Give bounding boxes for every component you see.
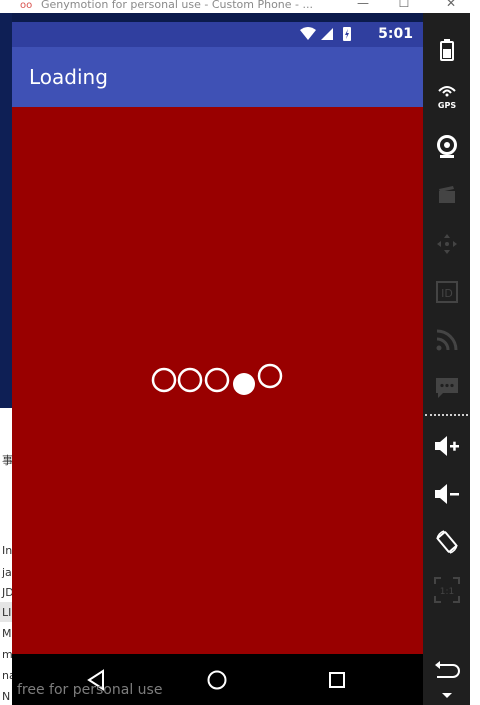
window-title: Genymotion for personal use - Custom Pho… (41, 0, 314, 11)
genymotion-logo-icon: oo (20, 0, 33, 11)
loading-indicator (151, 363, 283, 395)
minimize-button[interactable]: — (353, 0, 373, 11)
network-icon[interactable] (430, 323, 464, 357)
desktop-file-list: 事 In ja JD LI M m na N (0, 408, 16, 705)
id-label: ID (441, 287, 453, 300)
window-titlebar: oo Genymotion for personal use - Custom … (0, 0, 480, 13)
camera-icon[interactable] (430, 130, 464, 164)
app-toolbar: Loading (12, 47, 423, 107)
desktop-list-item[interactable]: In (2, 544, 12, 557)
desktop-list-item[interactable]: LI (2, 606, 11, 619)
close-button[interactable]: ✕ (441, 0, 461, 11)
loading-content-area (12, 107, 423, 654)
recents-icon[interactable] (323, 666, 351, 694)
gps-icon[interactable]: GPS (430, 81, 464, 115)
desktop-right-edge (470, 13, 480, 705)
sms-icon[interactable] (430, 371, 464, 405)
volume-up-icon[interactable] (430, 429, 464, 463)
menu-icon[interactable] (430, 683, 464, 705)
status-clock: 5:01 (378, 26, 413, 42)
status-icons (299, 26, 361, 46)
gps-label: GPS (437, 101, 457, 110)
loader-dot (177, 367, 203, 393)
rotate-icon[interactable] (430, 525, 464, 559)
loader-dot (257, 363, 283, 389)
loader-dot (233, 373, 255, 395)
sidebar-divider (425, 414, 468, 416)
watermark-text: free for personal use (17, 682, 163, 698)
status-bar: 5:01 (12, 22, 423, 47)
desktop-list-item[interactable]: N (2, 690, 10, 703)
pixel-perfect-icon[interactable]: 1:1 (430, 573, 464, 607)
wifi-signal-battery-icon (300, 27, 351, 41)
home-icon[interactable] (203, 666, 231, 694)
desktop-list-item[interactable]: M (2, 627, 12, 640)
identifiers-icon[interactable]: ID (430, 275, 464, 309)
loader-dot (204, 367, 230, 393)
loader-dot (151, 367, 177, 393)
pixel-perfect-label: 1:1 (440, 587, 454, 597)
back-arrow-icon[interactable] (430, 653, 464, 687)
phone-screen: 5:01 Loading (12, 22, 423, 705)
remote-control-icon[interactable] (430, 227, 464, 261)
app-title: Loading (29, 65, 108, 89)
desktop-list-item[interactable]: ja (2, 566, 12, 579)
emulator-sidebar: GPS ID 1:1 (423, 13, 470, 705)
volume-down-icon[interactable] (430, 477, 464, 511)
battery-icon[interactable] (430, 33, 464, 67)
maximize-button[interactable]: ☐ (394, 0, 414, 11)
capture-icon[interactable] (430, 178, 464, 212)
